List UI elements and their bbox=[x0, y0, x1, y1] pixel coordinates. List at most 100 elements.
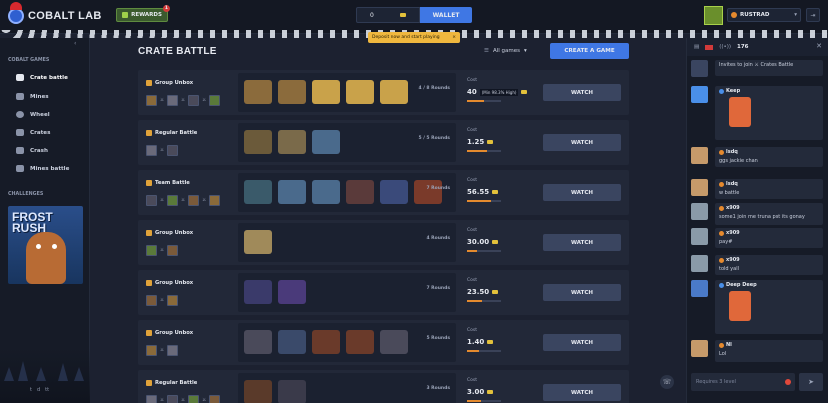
challenges-section-heading: CHALLENGES bbox=[8, 192, 44, 197]
player-avatar[interactable] bbox=[167, 145, 179, 156]
discord-icon[interactable]: d bbox=[37, 387, 40, 393]
cost-value: 56.55 bbox=[467, 188, 490, 196]
create-game-button[interactable]: CREATE A GAME bbox=[550, 43, 629, 59]
chat-input[interactable]: Requires 3 level bbox=[691, 373, 795, 391]
player-avatar[interactable] bbox=[167, 195, 179, 206]
sidebar-item-mines[interactable]: Mines bbox=[16, 93, 49, 100]
cost-value: 40 bbox=[467, 88, 477, 96]
player-avatar[interactable] bbox=[188, 395, 200, 403]
player-avatar[interactable] bbox=[188, 95, 200, 106]
watch-button[interactable]: WATCH bbox=[543, 84, 621, 101]
battle-row[interactable]: Group Unbox ⚔ 5 Rounds Cost 1.40 WATCH bbox=[138, 320, 629, 365]
player-avatar[interactable] bbox=[167, 95, 179, 106]
chat-avatar[interactable] bbox=[691, 255, 708, 272]
sidebar-item-crash[interactable]: Crash bbox=[16, 147, 48, 154]
player-avatar[interactable] bbox=[146, 195, 157, 206]
sidebar-item-wheel[interactable]: Wheel bbox=[16, 111, 50, 118]
watch-button[interactable]: WATCH bbox=[543, 384, 621, 401]
chat-username[interactable]: x909 bbox=[726, 257, 740, 263]
battle-row[interactable]: Group Unbox ⚔ 4 Rounds Cost 30.00 WATCH bbox=[138, 220, 629, 265]
chat-username[interactable]: Deep Deep bbox=[726, 282, 757, 288]
user-menu[interactable]: RUSTRAD ▾ bbox=[727, 8, 801, 22]
watch-button[interactable]: WATCH bbox=[543, 134, 621, 151]
versus-icon: ⚔ bbox=[160, 248, 165, 253]
support-icon[interactable]: ☏ bbox=[660, 375, 674, 389]
close-chat-icon[interactable]: ✕ bbox=[816, 42, 822, 50]
collapse-sidebar-icon[interactable]: ‹ bbox=[74, 40, 76, 47]
player-avatar[interactable] bbox=[146, 295, 157, 306]
chat-username[interactable]: lsdq bbox=[726, 181, 738, 187]
flag-icon[interactable] bbox=[705, 44, 714, 50]
user-avatar[interactable] bbox=[704, 6, 723, 25]
battle-row[interactable]: Group Unbox ⚔ ⚔ ⚔ 4 / 8 Rounds Cost 40 (Mi… bbox=[138, 70, 629, 115]
logout-button[interactable]: ⇥ bbox=[806, 8, 820, 22]
brand-logo[interactable]: COBALT LAB bbox=[8, 2, 102, 24]
player-avatar[interactable] bbox=[209, 195, 221, 206]
battle-row[interactable]: Regular Battle ⚔ 5 / 5 Rounds Cost 1.25 … bbox=[138, 120, 629, 165]
player-avatar[interactable] bbox=[188, 195, 200, 206]
chat-username[interactable]: Nl bbox=[726, 342, 732, 348]
send-message-button[interactable]: ➤ bbox=[799, 373, 823, 391]
chat-avatar[interactable] bbox=[691, 203, 708, 220]
watch-button[interactable]: WATCH bbox=[543, 284, 621, 301]
rewards-button[interactable]: REWARDS 1 bbox=[116, 5, 170, 22]
crate-image bbox=[380, 80, 408, 104]
battle-mode-label: Regular Battle bbox=[155, 130, 198, 136]
chat-message: x909 told yall bbox=[715, 255, 823, 275]
chat-avatar[interactable] bbox=[691, 86, 708, 103]
chat-username[interactable]: Keep bbox=[726, 88, 740, 94]
battle-row[interactable]: Regular Battle ⚔ ⚔ ⚔ 3 Rounds Cost 3.00 WA… bbox=[138, 370, 629, 403]
chat-avatar[interactable] bbox=[691, 340, 708, 357]
chat-rooms-icon[interactable]: ▤ bbox=[694, 44, 699, 50]
battle-row[interactable]: Team Battle ⚔ ⚔ ⚔ 7 Rounds Cost 56.55 WATC… bbox=[138, 170, 629, 215]
player-avatar[interactable] bbox=[146, 145, 157, 156]
battle-cost: 23.50 bbox=[467, 288, 499, 296]
player-avatar[interactable] bbox=[167, 245, 179, 256]
player-avatar[interactable] bbox=[146, 95, 157, 106]
versus-icon: ⚔ bbox=[202, 398, 207, 403]
twitter-icon[interactable]: t bbox=[30, 387, 32, 393]
chevron-down-icon: ▾ bbox=[523, 48, 527, 54]
player-avatar[interactable] bbox=[167, 345, 179, 356]
crate-image bbox=[312, 180, 340, 204]
frost-rush-promo[interactable]: FROST RUSH bbox=[8, 206, 83, 284]
versus-icon: ⚔ bbox=[160, 148, 165, 153]
player-avatar[interactable] bbox=[209, 395, 221, 403]
game-filter-dropdown[interactable]: ☰ All games ▾ bbox=[484, 48, 527, 54]
chat-avatar[interactable] bbox=[691, 228, 708, 245]
chat-username[interactable]: lsdq bbox=[726, 149, 738, 155]
cost-label: Cost bbox=[467, 278, 478, 283]
sidebar-item-label: Mines bbox=[30, 93, 49, 100]
watch-button[interactable]: WATCH bbox=[543, 334, 621, 351]
battle-players: ⚔ ⚔ ⚔ bbox=[146, 95, 221, 106]
wallet-button[interactable]: WALLET bbox=[420, 7, 472, 23]
cost-progress-fill bbox=[467, 250, 478, 252]
sidebar-item-crates[interactable]: Crates bbox=[16, 129, 50, 136]
player-avatar[interactable] bbox=[146, 395, 157, 403]
chat-username[interactable]: x909 bbox=[726, 205, 740, 211]
sidebar-item-mines-battle[interactable]: Mines battle bbox=[16, 165, 69, 172]
sidebar-item-crate-battle[interactable]: Crate battle bbox=[16, 74, 68, 81]
player-avatar[interactable] bbox=[167, 395, 179, 403]
sidebar-item-label: Crash bbox=[30, 147, 48, 154]
tiktok-icon[interactable]: tt bbox=[45, 387, 49, 393]
player-avatar[interactable] bbox=[146, 345, 157, 356]
cost-value: 23.50 bbox=[467, 288, 490, 296]
chat-avatar[interactable] bbox=[691, 179, 708, 196]
watch-button[interactable]: WATCH bbox=[543, 234, 621, 251]
rewards-label: REWARDS bbox=[131, 12, 162, 18]
player-avatar[interactable] bbox=[146, 245, 157, 256]
chat-username[interactable]: x909 bbox=[726, 230, 740, 236]
chat-avatar[interactable] bbox=[691, 60, 708, 77]
versus-icon: ⚔ bbox=[160, 348, 165, 353]
toast-close-icon[interactable]: × bbox=[452, 35, 456, 40]
player-avatar[interactable] bbox=[209, 95, 221, 106]
battle-row[interactable]: Group Unbox ⚔ 7 Rounds Cost 23.50 WATCH bbox=[138, 270, 629, 315]
chat-avatar[interactable] bbox=[691, 280, 708, 297]
player-avatar[interactable] bbox=[167, 295, 179, 306]
chat-text: ggs jackie chan bbox=[719, 158, 758, 164]
chat-message: lsdq w battle bbox=[715, 179, 823, 199]
crate-image bbox=[380, 180, 408, 204]
chat-avatar[interactable] bbox=[691, 147, 708, 164]
watch-button[interactable]: WATCH bbox=[543, 184, 621, 201]
